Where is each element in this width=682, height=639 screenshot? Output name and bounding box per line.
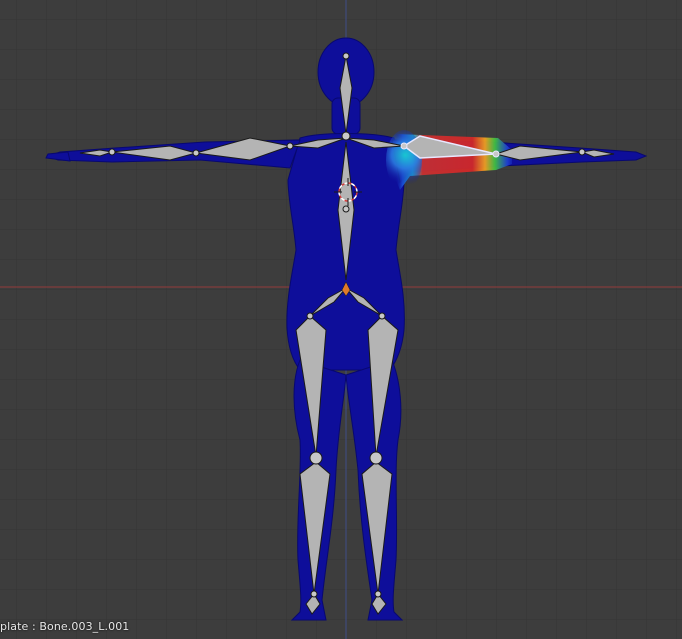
3d-viewport[interactable]: plate : Bone.003_L.001: [0, 0, 682, 639]
viewport-canvas[interactable]: [0, 0, 682, 639]
object-info-label: plate : Bone.003_L.001: [0, 620, 130, 633]
